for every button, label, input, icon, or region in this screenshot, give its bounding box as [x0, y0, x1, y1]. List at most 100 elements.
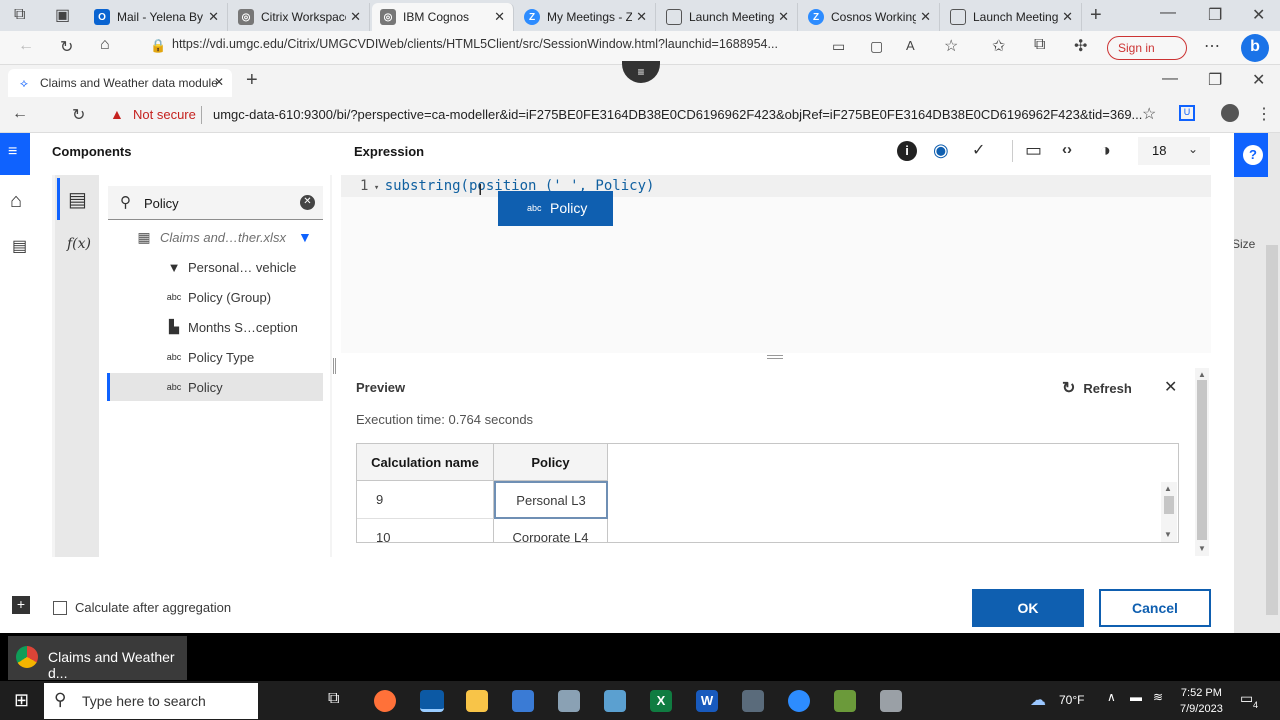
browser-tab-zoom[interactable]: Z My Meetings - Z ✕	[516, 3, 656, 31]
reload-icon[interactable]: ↻	[60, 37, 73, 57]
close-window-icon[interactable]: ✕	[1252, 5, 1265, 25]
column-header-policy[interactable]: Policy	[494, 444, 608, 481]
bing-icon[interactable]: b	[1241, 34, 1269, 62]
browser-tab-launch-meeting[interactable]: Launch Meeting ✕	[658, 3, 798, 31]
app-scrollbar[interactable]	[1266, 245, 1278, 615]
contrast-icon[interactable]: ◑	[1100, 140, 1111, 161]
temperature[interactable]: 70°F	[1059, 693, 1084, 707]
browser-tab-cosnos[interactable]: Z Cosnos Working ✕	[800, 3, 940, 31]
browser-tab-cognos[interactable]: ◎ IBM Cognos ✕	[372, 3, 514, 31]
citrix-url-text[interactable]: umgc-data-610:9300/bi/?perspective=ca-mo…	[213, 107, 1142, 122]
word-icon[interactable]: W	[696, 690, 718, 712]
column-header-calculation-name[interactable]: Calculation name	[357, 444, 494, 481]
functions-tab-icon[interactable]: f(x)	[67, 236, 91, 252]
excel-icon[interactable]: X	[650, 690, 672, 712]
ok-button[interactable]: OK	[972, 589, 1084, 627]
comment-icon[interactable]: ▭	[1025, 140, 1042, 161]
browser-tab-launch-meeting-2[interactable]: Launch Meeting ✕	[942, 3, 1082, 31]
back-icon[interactable]: ←	[18, 37, 34, 55]
close-icon[interactable]: ✕	[208, 9, 219, 25]
app-icon[interactable]	[834, 690, 856, 712]
autocomplete-suggestion[interactable]: abc Policy	[498, 191, 613, 226]
close-icon[interactable]: ✕	[350, 9, 361, 25]
url-text[interactable]: https://vdi.umgc.edu/Citrix/UMGCVDIWeb/c…	[172, 37, 778, 51]
more-icon[interactable]: ⋯	[1204, 36, 1220, 56]
panel-icon[interactable]: ▤	[12, 236, 27, 256]
favorite-icon[interactable]: ☆	[1142, 104, 1156, 124]
wifi-icon[interactable]: ≋	[1153, 690, 1163, 704]
battery-icon[interactable]: ▬	[1130, 690, 1142, 704]
filter-icon[interactable]: ▼	[298, 229, 312, 245]
grid-cell[interactable]: Corporate L4	[494, 519, 608, 542]
app-icon[interactable]	[880, 690, 902, 712]
scroll-up-icon[interactable]: ▲	[1164, 484, 1172, 493]
data-items-tab-icon[interactable]: ▤	[68, 187, 87, 212]
favorite-icon[interactable]: ☆	[944, 36, 958, 56]
grid-cell-selected[interactable]: Personal L3	[494, 481, 608, 519]
checkbox[interactable]	[53, 600, 67, 615]
citrix-toolbar-handle-icon[interactable]: ≡	[622, 61, 660, 83]
calculator-icon[interactable]	[742, 690, 764, 712]
refresh-button[interactable]: ↻ Refresh	[1062, 378, 1132, 398]
minimize-icon[interactable]: —	[1160, 4, 1176, 22]
profile-icon[interactable]	[1221, 104, 1239, 122]
browser-tab-mail[interactable]: O Mail - Yelena By ✕	[86, 3, 228, 31]
validate-icon[interactable]: ✓	[972, 140, 985, 160]
font-size-select[interactable]	[1138, 137, 1210, 165]
info-icon[interactable]: i	[897, 141, 917, 161]
close-window-icon[interactable]: ✕	[1252, 70, 1265, 90]
home-icon[interactable]: ⌂	[10, 190, 22, 213]
app-icon[interactable]: ▢	[870, 38, 883, 55]
firefox-icon[interactable]	[374, 690, 396, 712]
browser-tab-citrix[interactable]: ◎ Citrix Workspace ✕	[230, 3, 370, 31]
preview-eye-icon[interactable]: ◉	[933, 140, 949, 161]
new-tab-icon[interactable]: +	[1090, 4, 1102, 27]
grid-cell[interactable]: 9	[357, 481, 494, 519]
citrix-task-item[interactable]: Claims and Weather d...	[8, 636, 187, 681]
grid-cell[interactable]: 10	[357, 519, 494, 542]
file-explorer-icon[interactable]	[466, 690, 488, 712]
expression-editor[interactable]	[341, 175, 1211, 353]
minimize-icon[interactable]: —	[1162, 70, 1178, 88]
calculate-after-aggregation-checkbox[interactable]: Calculate after aggregation	[53, 600, 231, 615]
chevron-up-icon[interactable]: ∧	[1107, 690, 1116, 704]
reload-icon[interactable]: ↻	[72, 105, 85, 125]
extension-icon[interactable]: U	[1179, 105, 1195, 121]
close-icon[interactable]: ✕	[214, 75, 224, 89]
close-preview-icon[interactable]: ✕	[1164, 377, 1177, 397]
close-icon[interactable]: ✕	[1062, 9, 1073, 25]
extensions-icon[interactable]: ✣	[1074, 36, 1087, 56]
components-search[interactable]: ⚲ Policy ✕	[108, 186, 323, 220]
notification-icon[interactable]: ▭	[1240, 690, 1253, 707]
workspaces-icon[interactable]: ⧉	[14, 6, 25, 24]
windows-start-icon[interactable]: ⊞	[14, 690, 29, 711]
search-input[interactable]: Policy	[144, 196, 179, 211]
not-secure-label[interactable]: Not secure	[133, 107, 196, 122]
close-icon[interactable]: ✕	[636, 9, 647, 25]
close-icon[interactable]: ✕	[778, 9, 789, 25]
pane-splitter[interactable]	[333, 358, 336, 374]
tree-item-policy[interactable]: abc Policy	[160, 373, 320, 401]
app-icon[interactable]	[604, 690, 626, 712]
weather-icon[interactable]: ☁	[1030, 690, 1046, 710]
store-icon[interactable]	[512, 690, 534, 712]
video-icon[interactable]: ▭	[832, 38, 845, 55]
scroll-down-icon[interactable]: ▼	[1164, 530, 1172, 539]
preview-scrollbar[interactable]: ▲ ▼	[1195, 368, 1209, 556]
scroll-thumb[interactable]	[1164, 496, 1174, 514]
read-aloud-icon[interactable]: A	[906, 38, 915, 53]
task-view-icon[interactable]: ⧉	[328, 690, 339, 708]
grid-scrollbar[interactable]: ▲ ▼	[1161, 482, 1177, 542]
scroll-thumb[interactable]	[1197, 380, 1207, 540]
zoom-icon[interactable]	[788, 690, 810, 712]
more-icon[interactable]: ⋮	[1256, 104, 1272, 124]
edge-icon[interactable]	[420, 690, 444, 712]
back-icon[interactable]: ←	[12, 105, 28, 123]
scroll-up-icon[interactable]: ▲	[1198, 370, 1206, 379]
cancel-button[interactable]: Cancel	[1099, 589, 1211, 627]
sign-in-button[interactable]: Sign in	[1107, 36, 1187, 60]
maximize-icon[interactable]: ❐	[1208, 5, 1222, 25]
add-icon[interactable]: +	[12, 596, 30, 614]
clear-icon[interactable]: ✕	[300, 195, 315, 210]
tree-root-item[interactable]: ▦ Claims and…ther.xlsx ▼	[130, 223, 346, 251]
